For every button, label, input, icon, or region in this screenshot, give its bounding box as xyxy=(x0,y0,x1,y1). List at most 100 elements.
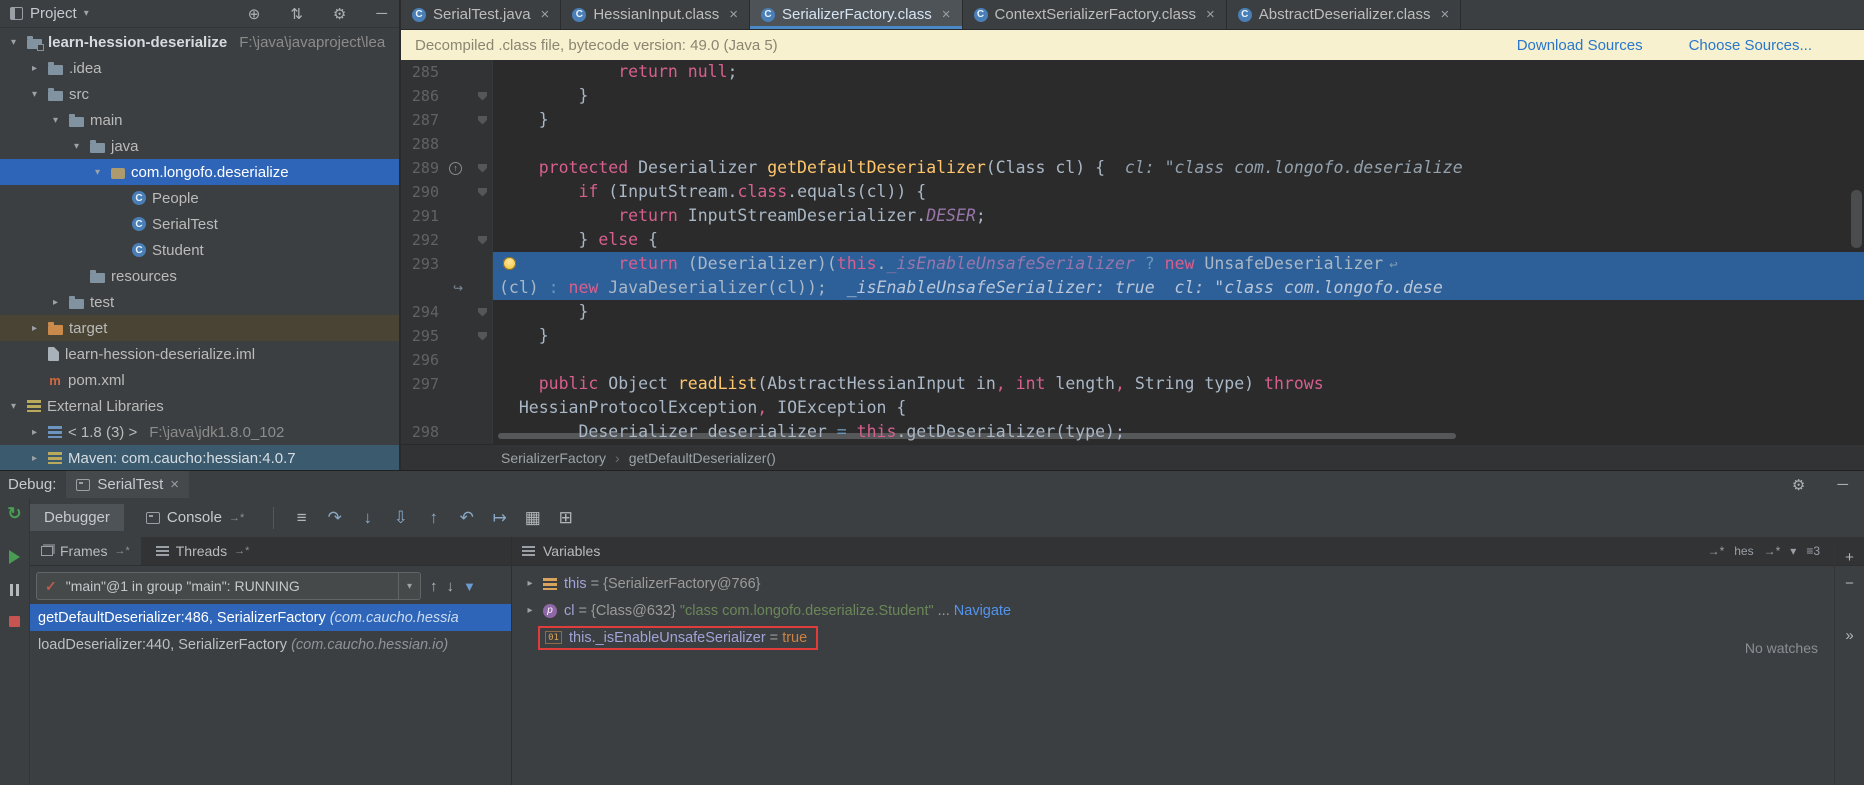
code-line[interactable]: return null; xyxy=(493,60,1864,84)
tree-expanded-arrow-icon[interactable]: ▾ xyxy=(48,115,63,126)
code-line[interactable]: HessianProtocolException, IOException { xyxy=(493,396,1864,420)
intention-bulb-icon[interactable] xyxy=(503,257,516,270)
editor-tab-contextserializerfactory-class[interactable]: CContextSerializerFactory.class× xyxy=(963,0,1227,29)
close-icon[interactable]: × xyxy=(170,476,179,493)
fold-marker-icon[interactable] xyxy=(478,308,487,317)
layout-settings-icon[interactable]: ⊞ xyxy=(553,508,578,528)
code-line[interactable] xyxy=(493,348,1864,372)
debug-view-tab-frames[interactable]: Frames→* xyxy=(30,537,141,565)
tree-item-pom-xml[interactable]: mpom.xml xyxy=(0,367,399,393)
fold-marker-icon[interactable] xyxy=(478,236,487,245)
tree-expanded-arrow-icon[interactable]: ▾ xyxy=(90,167,105,178)
down-the-stack-icon[interactable]: ↓ xyxy=(447,578,455,595)
stop-icon[interactable] xyxy=(9,616,20,627)
remove-watch-icon[interactable]: − xyxy=(1845,575,1854,592)
evaluate-expression-icon[interactable]: ▦ xyxy=(520,508,545,528)
code-line[interactable] xyxy=(493,132,1864,156)
drop-frame-icon[interactable]: ↶ xyxy=(454,508,479,528)
code-line[interactable]: } else { xyxy=(493,228,1864,252)
tree-item-src[interactable]: ▾src xyxy=(0,81,399,107)
tree-expanded-arrow-icon[interactable]: ▾ xyxy=(69,141,84,152)
step-over-icon[interactable]: ↷ xyxy=(322,508,347,528)
tree-item-resources[interactable]: resources xyxy=(0,263,399,289)
code-line[interactable]: public Object readList(AbstractHessianIn… xyxy=(493,372,1864,396)
code-line[interactable]: return InputStreamDeserializer.DESER; xyxy=(493,204,1864,228)
banner-link-download-sources[interactable]: Download Sources xyxy=(1517,37,1643,54)
resume-icon[interactable] xyxy=(9,550,20,564)
tree-collapsed-arrow-icon[interactable]: ▸ xyxy=(27,323,42,334)
editor-tab-serializerfactory-class[interactable]: CSerializerFactory.class× xyxy=(750,0,963,29)
code-line[interactable]: (cl) : new JavaDeserializer(cl)); _isEna… xyxy=(493,276,1864,300)
editor-tab-abstractdeserializer-class[interactable]: CAbstractDeserializer.class× xyxy=(1227,0,1462,29)
dropdown-caret-icon[interactable]: ▾ xyxy=(1790,544,1796,558)
force-step-into-icon[interactable]: ⇩ xyxy=(388,508,413,528)
run-to-cursor-icon[interactable]: ↦ xyxy=(487,508,512,528)
variable-row-this[interactable]: ▸this = {SerializerFactory@766} xyxy=(512,570,1864,597)
fold-marker-icon[interactable] xyxy=(478,92,487,101)
fold-marker-icon[interactable] xyxy=(478,332,487,341)
tree-item-learn-hession-deserialize[interactable]: ▾learn-hession-deserializeF:\java\javapr… xyxy=(0,29,399,55)
code-line[interactable]: } xyxy=(493,324,1864,348)
code-line[interactable]: } xyxy=(493,300,1864,324)
minimize-icon[interactable]: ─ xyxy=(1837,476,1848,494)
debug-session-tab[interactable]: SerialTest × xyxy=(66,471,189,498)
code-line[interactable]: } xyxy=(493,84,1864,108)
tree-item-people[interactable]: CPeople xyxy=(0,185,399,211)
show-execution-point-icon[interactable]: ≡ xyxy=(289,508,314,528)
tree-item-serialtest[interactable]: CSerialTest xyxy=(0,211,399,237)
step-out-icon[interactable]: ↑ xyxy=(421,508,446,528)
debug-tab-debugger[interactable]: Debugger xyxy=(30,504,124,531)
breadcrumb-item-serializerfactory[interactable]: SerializerFactory xyxy=(501,450,606,466)
jump-to-type-source-icon[interactable]: →* xyxy=(1764,544,1781,558)
stack-frame-row[interactable]: getDefaultDeserializer:486, SerializerFa… xyxy=(30,604,511,631)
tree-item-main[interactable]: ▾main xyxy=(0,107,399,133)
settings-gear-icon[interactable]: ⚙ xyxy=(333,5,346,23)
tree-item-external-libraries[interactable]: ▾External Libraries xyxy=(0,393,399,419)
tree-collapsed-arrow-icon[interactable]: ▸ xyxy=(48,297,63,308)
up-the-stack-icon[interactable]: ↑ xyxy=(430,578,438,595)
rerun-icon[interactable]: ↻ xyxy=(7,504,21,524)
code-line[interactable]: if (InputStream.class.equals(cl)) { xyxy=(493,180,1864,204)
debug-view-tab-threads[interactable]: Threads→* xyxy=(145,537,261,565)
navigate-link[interactable]: Navigate xyxy=(954,603,1011,619)
tree-expanded-arrow-icon[interactable]: ▾ xyxy=(6,37,21,48)
close-icon[interactable]: × xyxy=(541,6,550,23)
tree-item-java[interactable]: ▾java xyxy=(0,133,399,159)
tree-item-maven-com-caucho-hessian-4-0-7[interactable]: ▸Maven: com.caucho:hessian:4.0.7 xyxy=(0,445,399,470)
tree-item-com-longofo-deserialize[interactable]: ▾com.longofo.deserialize xyxy=(0,159,399,185)
chevron-down-icon[interactable]: ▾ xyxy=(84,8,89,19)
editor-tab-serialtest-java[interactable]: CSerialTest.java× xyxy=(401,0,561,29)
settings-gear-icon[interactable]: ⚙ xyxy=(1792,476,1805,494)
code-line[interactable]: } xyxy=(493,108,1864,132)
override-method-gutter-icon[interactable]: ↑ xyxy=(449,162,462,175)
chevron-down-icon[interactable]: ▾ xyxy=(398,573,420,599)
code-editor[interactable]: 285 return null;286 }287 }288289↑ protec… xyxy=(401,60,1864,444)
hide-panel-icon[interactable]: ─ xyxy=(376,5,387,23)
view-options-icon[interactable]: ≡3 xyxy=(1806,544,1820,558)
tree-expanded-arrow-icon[interactable]: ▾ xyxy=(6,401,21,412)
more-options-icon[interactable]: » xyxy=(1845,627,1853,644)
truncated-label[interactable]: hes xyxy=(1734,544,1753,558)
code-line[interactable]: protected Deserializer getDefaultDeseria… xyxy=(493,156,1864,180)
fold-marker-icon[interactable] xyxy=(478,116,487,125)
code-line[interactable]: Deserializer deserializer = this.getDese… xyxy=(493,420,1864,444)
tree-item-idea[interactable]: ▸.idea xyxy=(0,55,399,81)
expand-arrow-icon[interactable]: ▸ xyxy=(524,578,536,589)
collapse-all-icon[interactable]: ⇅ xyxy=(290,5,303,23)
add-watch-icon[interactable]: + xyxy=(1845,549,1854,566)
fold-marker-icon[interactable] xyxy=(478,188,487,197)
pause-icon[interactable] xyxy=(10,584,19,596)
variable-row-this-isenableunsafeserializer[interactable]: 01this._isEnableUnsafeSerializer = true xyxy=(512,624,1864,651)
expand-arrow-icon[interactable]: ▸ xyxy=(524,605,536,616)
stack-frame-row[interactable]: loadDeserializer:440, SerializerFactory … xyxy=(30,631,511,658)
project-panel-title[interactable]: Project xyxy=(30,5,77,22)
tree-expanded-arrow-icon[interactable]: ▾ xyxy=(27,89,42,100)
tree-item-learn-hession-deserialize-iml[interactable]: learn-hession-deserialize.iml xyxy=(0,341,399,367)
variable-row-cl[interactable]: ▸pcl = {Class@632} "class com.longofo.de… xyxy=(512,597,1864,624)
editor-tab-hessianinput-class[interactable]: CHessianInput.class× xyxy=(561,0,750,29)
close-icon[interactable]: × xyxy=(942,6,951,23)
tree-item-test[interactable]: ▸test xyxy=(0,289,399,315)
tree-collapsed-arrow-icon[interactable]: ▸ xyxy=(27,453,42,464)
debug-tab-console[interactable]: Console→* xyxy=(132,504,258,531)
jump-to-source-icon[interactable]: →* xyxy=(1708,544,1725,558)
